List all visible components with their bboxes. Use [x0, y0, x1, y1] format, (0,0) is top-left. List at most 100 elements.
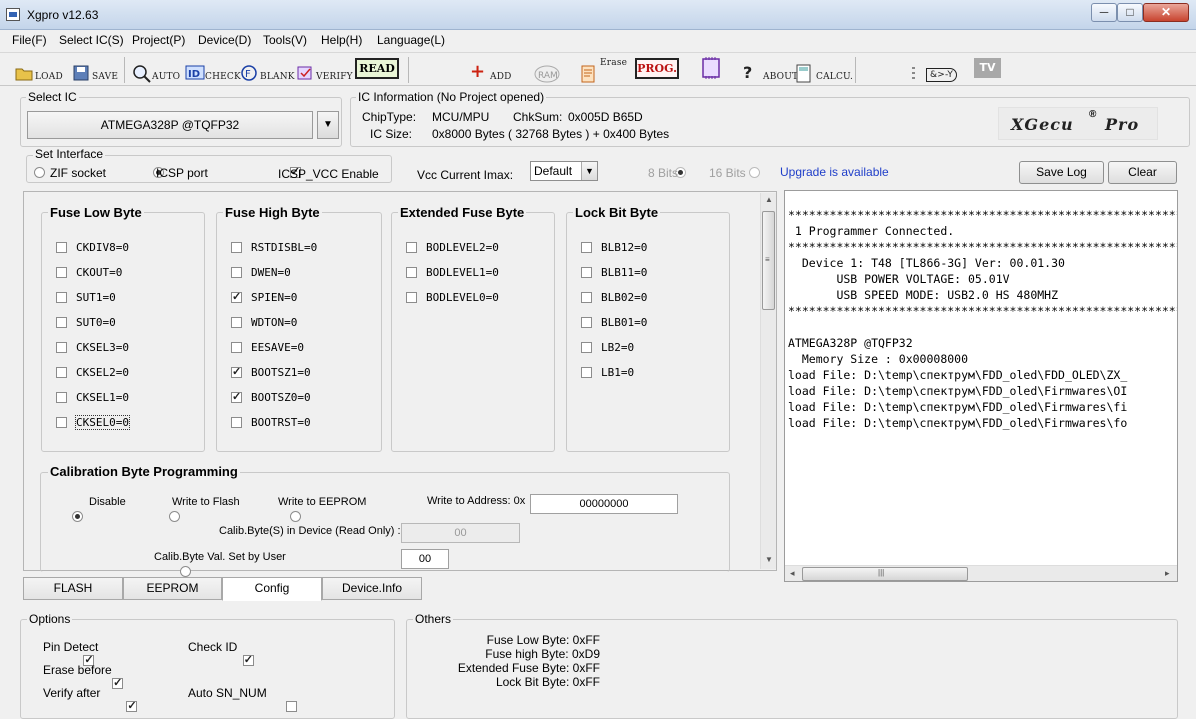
fuse-low-item[interactable]: CKSEL1=0	[56, 391, 129, 404]
fuse-low-item[interactable]: CKSEL3=0	[56, 341, 129, 354]
erase-before-checkbox[interactable]	[112, 676, 124, 689]
fuse-high-item[interactable]: SPIEN=0	[231, 290, 297, 304]
fuse-low-checkbox[interactable]	[56, 342, 67, 353]
ram-button[interactable]: RAM	[533, 58, 560, 83]
lock-bit-checkbox[interactable]	[581, 342, 592, 353]
lock-bit-checkbox[interactable]	[581, 367, 592, 378]
tab-config[interactable]: Config	[222, 577, 322, 601]
auto-sn-checkbox[interactable]	[285, 701, 297, 712]
fuse-low-checkbox[interactable]	[56, 267, 67, 278]
fuse-low-checkbox[interactable]	[56, 367, 67, 378]
menu-select-ic[interactable]: Select IC(S)	[59, 33, 124, 47]
16bits-radio[interactable]	[749, 167, 761, 178]
fuse-ext-checkbox[interactable]	[406, 242, 417, 253]
fuse-high-checkbox[interactable]	[231, 417, 242, 428]
menu-project[interactable]: Project(P)	[132, 33, 185, 47]
fuse-high-item[interactable]: RSTDISBL=0	[231, 241, 317, 254]
fuse-high-item[interactable]: BOOTSZ0=0	[231, 390, 311, 404]
fuse-high-item[interactable]: DWEN=0	[231, 266, 291, 279]
calculator-button[interactable]: CALCU.	[796, 58, 853, 83]
tab-device-info[interactable]: Device.Info	[322, 577, 422, 600]
fuse-low-checkbox[interactable]	[56, 392, 67, 403]
logic-test-button[interactable]: &>-Y	[910, 58, 958, 82]
ic-name-field[interactable]: ATMEGA328P @TQFP32	[27, 111, 313, 139]
maximize-button[interactable]: □	[1117, 3, 1143, 22]
fuse-low-checkbox[interactable]	[56, 242, 67, 253]
close-button[interactable]: ✕	[1143, 3, 1189, 22]
menu-language[interactable]: Language(L)	[377, 33, 445, 47]
lock-bit-item[interactable]: LB1=0	[581, 366, 634, 379]
fuse-low-item[interactable]: CKSEL0=0	[56, 415, 130, 430]
lock-bit-item[interactable]: BLB11=0	[581, 266, 647, 279]
fuse-high-item[interactable]: BOOTRST=0	[231, 416, 311, 429]
fuse-low-item[interactable]: CKOUT=0	[56, 266, 122, 279]
verify-button[interactable]: VERIFY	[296, 58, 353, 82]
fuse-ext-item[interactable]: BODLEVEL0=0	[406, 291, 499, 304]
log-hscrollbar[interactable]: ◂ ||| ▸	[785, 565, 1177, 581]
zif-radio[interactable]	[34, 167, 45, 178]
vcc-current-select[interactable]: Default ▼	[530, 161, 598, 181]
calib-eeprom-radio[interactable]	[289, 511, 301, 522]
lock-bit-checkbox[interactable]	[581, 292, 592, 303]
log-scroll-thumb[interactable]: |||	[802, 567, 968, 581]
tv-button[interactable]: TV	[974, 58, 1001, 78]
minimize-button[interactable]: ─	[1091, 3, 1117, 22]
menu-file[interactable]: File(F)	[12, 33, 47, 47]
menu-help[interactable]: Help(H)	[321, 33, 362, 47]
scrollbar-thumb[interactable]: ≡	[762, 211, 775, 310]
erase-button[interactable]: Erase	[580, 58, 627, 83]
auto-button[interactable]: AUTO	[132, 58, 180, 83]
fuse-high-checkbox[interactable]	[231, 290, 242, 303]
fuse-high-checkbox[interactable]	[231, 365, 242, 378]
load-button[interactable]: LOAD	[15, 58, 63, 82]
fuse-ext-checkbox[interactable]	[406, 267, 417, 278]
check-id-button[interactable]: ID CHECK	[185, 58, 241, 82]
check-id-checkbox[interactable]	[242, 653, 254, 666]
fuse-ext-item[interactable]: BODLEVEL1=0	[406, 266, 499, 279]
fuse-low-checkbox[interactable]	[56, 292, 67, 303]
lock-bit-item[interactable]: LB2=0	[581, 341, 634, 354]
read-button[interactable]: READ	[355, 58, 399, 79]
menu-device[interactable]: Device(D)	[198, 33, 251, 47]
ic-dropdown-button[interactable]: ▼	[317, 111, 339, 139]
prog-button[interactable]: PROG.	[635, 58, 679, 79]
fuse-low-checkbox[interactable]	[56, 317, 67, 328]
fuse-high-checkbox[interactable]	[231, 390, 242, 403]
fuse-ext-checkbox[interactable]	[406, 292, 417, 303]
tab-eeprom[interactable]: EEPROM	[123, 577, 222, 600]
fuse-high-checkbox[interactable]	[231, 267, 242, 278]
fuse-high-checkbox[interactable]	[231, 242, 242, 253]
write-address-input[interactable]: 00000000	[530, 494, 678, 514]
lock-bit-checkbox[interactable]	[581, 242, 592, 253]
fuse-high-checkbox[interactable]	[231, 342, 242, 353]
calib-user-input[interactable]: 00	[401, 549, 449, 569]
tab-flash[interactable]: FLASH	[23, 577, 123, 600]
add-button[interactable]: + ADD	[470, 58, 512, 83]
lock-bit-checkbox[interactable]	[581, 267, 592, 278]
fuse-low-item[interactable]: CKDIV8=0	[56, 241, 129, 254]
blank-check-button[interactable]: F BLANK	[240, 58, 295, 82]
fuse-low-item[interactable]: SUT0=0	[56, 316, 116, 329]
lock-bit-item[interactable]: BLB01=0	[581, 316, 647, 329]
upgrade-link[interactable]: Upgrade is available	[780, 165, 889, 179]
lock-bit-item[interactable]: BLB12=0	[581, 241, 647, 254]
fuse-high-item[interactable]: EESAVE=0	[231, 341, 304, 354]
lock-bit-checkbox[interactable]	[581, 317, 592, 328]
calib-user-radio[interactable]	[180, 566, 192, 577]
fuse-low-item[interactable]: SUT1=0	[56, 291, 116, 304]
fuse-high-item[interactable]: BOOTSZ1=0	[231, 365, 311, 379]
calib-disable-radio[interactable]	[72, 511, 83, 522]
save-button[interactable]: SAVE	[72, 58, 118, 82]
config-scrollbar[interactable]: ▲ ≡ ▼	[760, 193, 776, 569]
clear-log-button[interactable]: Clear	[1108, 161, 1177, 184]
lock-bit-item[interactable]: BLB02=0	[581, 291, 647, 304]
menu-tools[interactable]: Tools(V)	[263, 33, 307, 47]
fuse-ext-item[interactable]: BODLEVEL2=0	[406, 241, 499, 254]
save-log-button[interactable]: Save Log	[1019, 161, 1104, 184]
fuse-high-checkbox[interactable]	[231, 317, 242, 328]
fuse-high-item[interactable]: WDTON=0	[231, 316, 297, 329]
verify-after-checkbox[interactable]	[126, 699, 138, 712]
fuse-low-checkbox[interactable]	[56, 417, 67, 428]
chip-icon[interactable]	[698, 56, 724, 80]
fuse-low-item[interactable]: CKSEL2=0	[56, 366, 129, 379]
